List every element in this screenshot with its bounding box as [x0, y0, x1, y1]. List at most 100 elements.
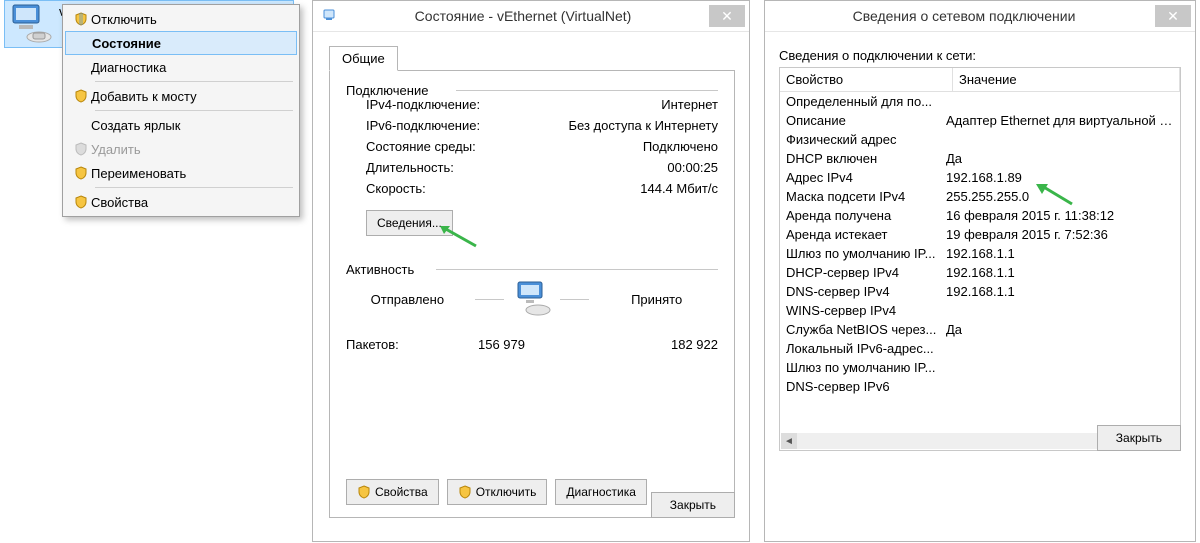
table-row[interactable]: Маска подсети IPv4255.255.255.0	[780, 187, 1180, 206]
property-cell: Адрес IPv4	[786, 170, 946, 185]
ctx-item-delete: Удалить	[65, 137, 297, 161]
value-cell	[946, 379, 1174, 394]
ctx-label: Отключить	[91, 12, 157, 27]
table-row[interactable]: DHCP включенДа	[780, 149, 1180, 168]
close-button[interactable]: ✕	[709, 5, 745, 27]
diagnostics-button[interactable]: Диагностика	[555, 479, 647, 505]
value-cell: Да	[946, 322, 1174, 337]
sent-label: Отправлено	[346, 292, 469, 307]
ethernet-icon	[321, 7, 337, 26]
close-icon: ✕	[721, 8, 733, 25]
close-icon: ✕	[1167, 8, 1179, 25]
title-bar[interactable]: Сведения о сетевом подключении ✕	[765, 1, 1195, 32]
activity-computer-icon	[510, 280, 554, 319]
details-dialog: Сведения о сетевом подключении ✕ Сведени…	[764, 0, 1196, 542]
ctx-label: Переименовать	[91, 166, 186, 181]
group-connection-header: Подключение	[346, 83, 718, 91]
table-row[interactable]: Шлюз по умолчанию IP...	[780, 358, 1180, 377]
close-button[interactable]: Закрыть	[651, 492, 735, 518]
shield-icon	[71, 142, 91, 156]
separator	[475, 299, 504, 300]
table-row[interactable]: Аренда истекает19 февраля 2015 г. 7:52:3…	[780, 225, 1180, 244]
title-bar[interactable]: Состояние - vEthernet (VirtualNet) ✕	[313, 1, 749, 32]
property-cell: Шлюз по умолчанию IP...	[786, 246, 946, 261]
table-row[interactable]: WINS-сервер IPv4	[780, 301, 1180, 320]
property-cell: DNS-сервер IPv4	[786, 284, 946, 299]
ctx-label: Удалить	[91, 142, 141, 157]
ctx-item-shortcut[interactable]: Создать ярлык	[65, 113, 297, 137]
ctx-item-bridge[interactable]: Добавить к мосту	[65, 84, 297, 108]
close-button[interactable]: Закрыть	[1097, 425, 1181, 451]
tab-page-general: Подключение IPv4-подключение: Интернет I…	[329, 70, 735, 518]
table-row[interactable]: Определенный для по...	[780, 92, 1180, 111]
property-cell: Описание	[786, 113, 946, 128]
table-row[interactable]: Адрес IPv4192.168.1.89	[780, 168, 1180, 187]
property-cell: Локальный IPv6-адрес...	[786, 341, 946, 356]
dialog-title: Сведения о сетевом подключении	[773, 8, 1155, 24]
value-cell: Адаптер Ethernet для виртуальной сети	[946, 113, 1174, 128]
property-cell: WINS-сервер IPv4	[786, 303, 946, 318]
property-cell: DNS-сервер IPv6	[786, 379, 946, 394]
packets-sent-value: 156 979	[436, 337, 567, 352]
separator	[560, 299, 589, 300]
column-property[interactable]: Свойство	[780, 68, 953, 91]
column-value[interactable]: Значение	[953, 68, 1180, 91]
value-cell: 19 февраля 2015 г. 7:52:36	[946, 227, 1174, 242]
shield-icon	[71, 166, 91, 180]
ctx-item-properties[interactable]: Свойства	[65, 190, 297, 214]
group-connection-label: Подключение	[346, 83, 428, 98]
speed-value: 144.4 Мбит/с	[640, 181, 718, 196]
tab-strip: Общие Подключение IPv4-подключение: Инте…	[329, 46, 735, 518]
media-value: Подключено	[643, 139, 718, 154]
table-row[interactable]: Шлюз по умолчанию IP...192.168.1.1	[780, 244, 1180, 263]
packets-received-value: 182 922	[587, 337, 718, 352]
details-button[interactable]: Сведения...	[366, 210, 453, 236]
scroll-left-button[interactable]: ◄	[781, 433, 797, 449]
separator	[95, 187, 293, 188]
ctx-item-rename[interactable]: Переименовать	[65, 161, 297, 185]
disable-button[interactable]: Отключить	[447, 479, 548, 505]
table-row[interactable]: DNS-сервер IPv4192.168.1.1	[780, 282, 1180, 301]
property-cell: Аренда истекает	[786, 227, 946, 242]
duration-value: 00:00:25	[667, 160, 718, 175]
table-row[interactable]: DNS-сервер IPv6	[780, 377, 1180, 396]
shield-icon	[71, 89, 91, 103]
packets-label: Пакетов:	[346, 337, 436, 352]
table-row[interactable]: Физический адрес	[780, 130, 1180, 149]
properties-button[interactable]: Свойства	[346, 479, 439, 505]
received-label: Принято	[595, 292, 718, 307]
ctx-item-diagnostics[interactable]: Диагностика	[65, 55, 297, 79]
table-row[interactable]: Служба NetBIOS через...Да	[780, 320, 1180, 339]
value-cell: 192.168.1.1	[946, 284, 1174, 299]
button-label: Отключить	[476, 485, 537, 499]
table-row[interactable]: DHCP-сервер IPv4192.168.1.1	[780, 263, 1180, 282]
value-cell: 192.168.1.89	[946, 170, 1174, 185]
separator	[95, 110, 293, 111]
tab-general[interactable]: Общие	[329, 46, 398, 71]
table-row[interactable]: Локальный IPv6-адрес...	[780, 339, 1180, 358]
property-cell: Физический адрес	[786, 132, 946, 147]
close-button[interactable]: ✕	[1155, 5, 1191, 27]
value-cell: 255.255.255.0	[946, 189, 1174, 204]
shield-icon	[458, 485, 472, 499]
table-row[interactable]: ОписаниеАдаптер Ethernet для виртуальной…	[780, 111, 1180, 130]
table-row[interactable]: Аренда получена16 февраля 2015 г. 11:38:…	[780, 206, 1180, 225]
shield-icon	[71, 12, 91, 26]
value-cell: 192.168.1.1	[946, 246, 1174, 261]
status-dialog: Состояние - vEthernet (VirtualNet) ✕ Общ…	[312, 0, 750, 542]
group-activity-label: Активность	[346, 262, 414, 277]
ctx-label: Добавить к мосту	[91, 89, 197, 104]
separator	[95, 81, 293, 82]
value-cell: 16 февраля 2015 г. 11:38:12	[946, 208, 1174, 223]
ctx-item-disable[interactable]: Отключить	[65, 7, 297, 31]
table-header: Свойство Значение	[780, 68, 1180, 92]
ctx-item-status[interactable]: Состояние	[65, 31, 297, 55]
group-activity-header: Активность	[346, 262, 718, 270]
property-cell: Определенный для по...	[786, 94, 946, 109]
ipv6-value: Без доступа к Интернету	[568, 118, 718, 133]
value-cell	[946, 94, 1174, 109]
details-caption: Сведения о подключении к сети:	[779, 48, 1181, 63]
value-cell: 192.168.1.1	[946, 265, 1174, 280]
value-cell	[946, 360, 1174, 375]
property-cell: Служба NetBIOS через...	[786, 322, 946, 337]
